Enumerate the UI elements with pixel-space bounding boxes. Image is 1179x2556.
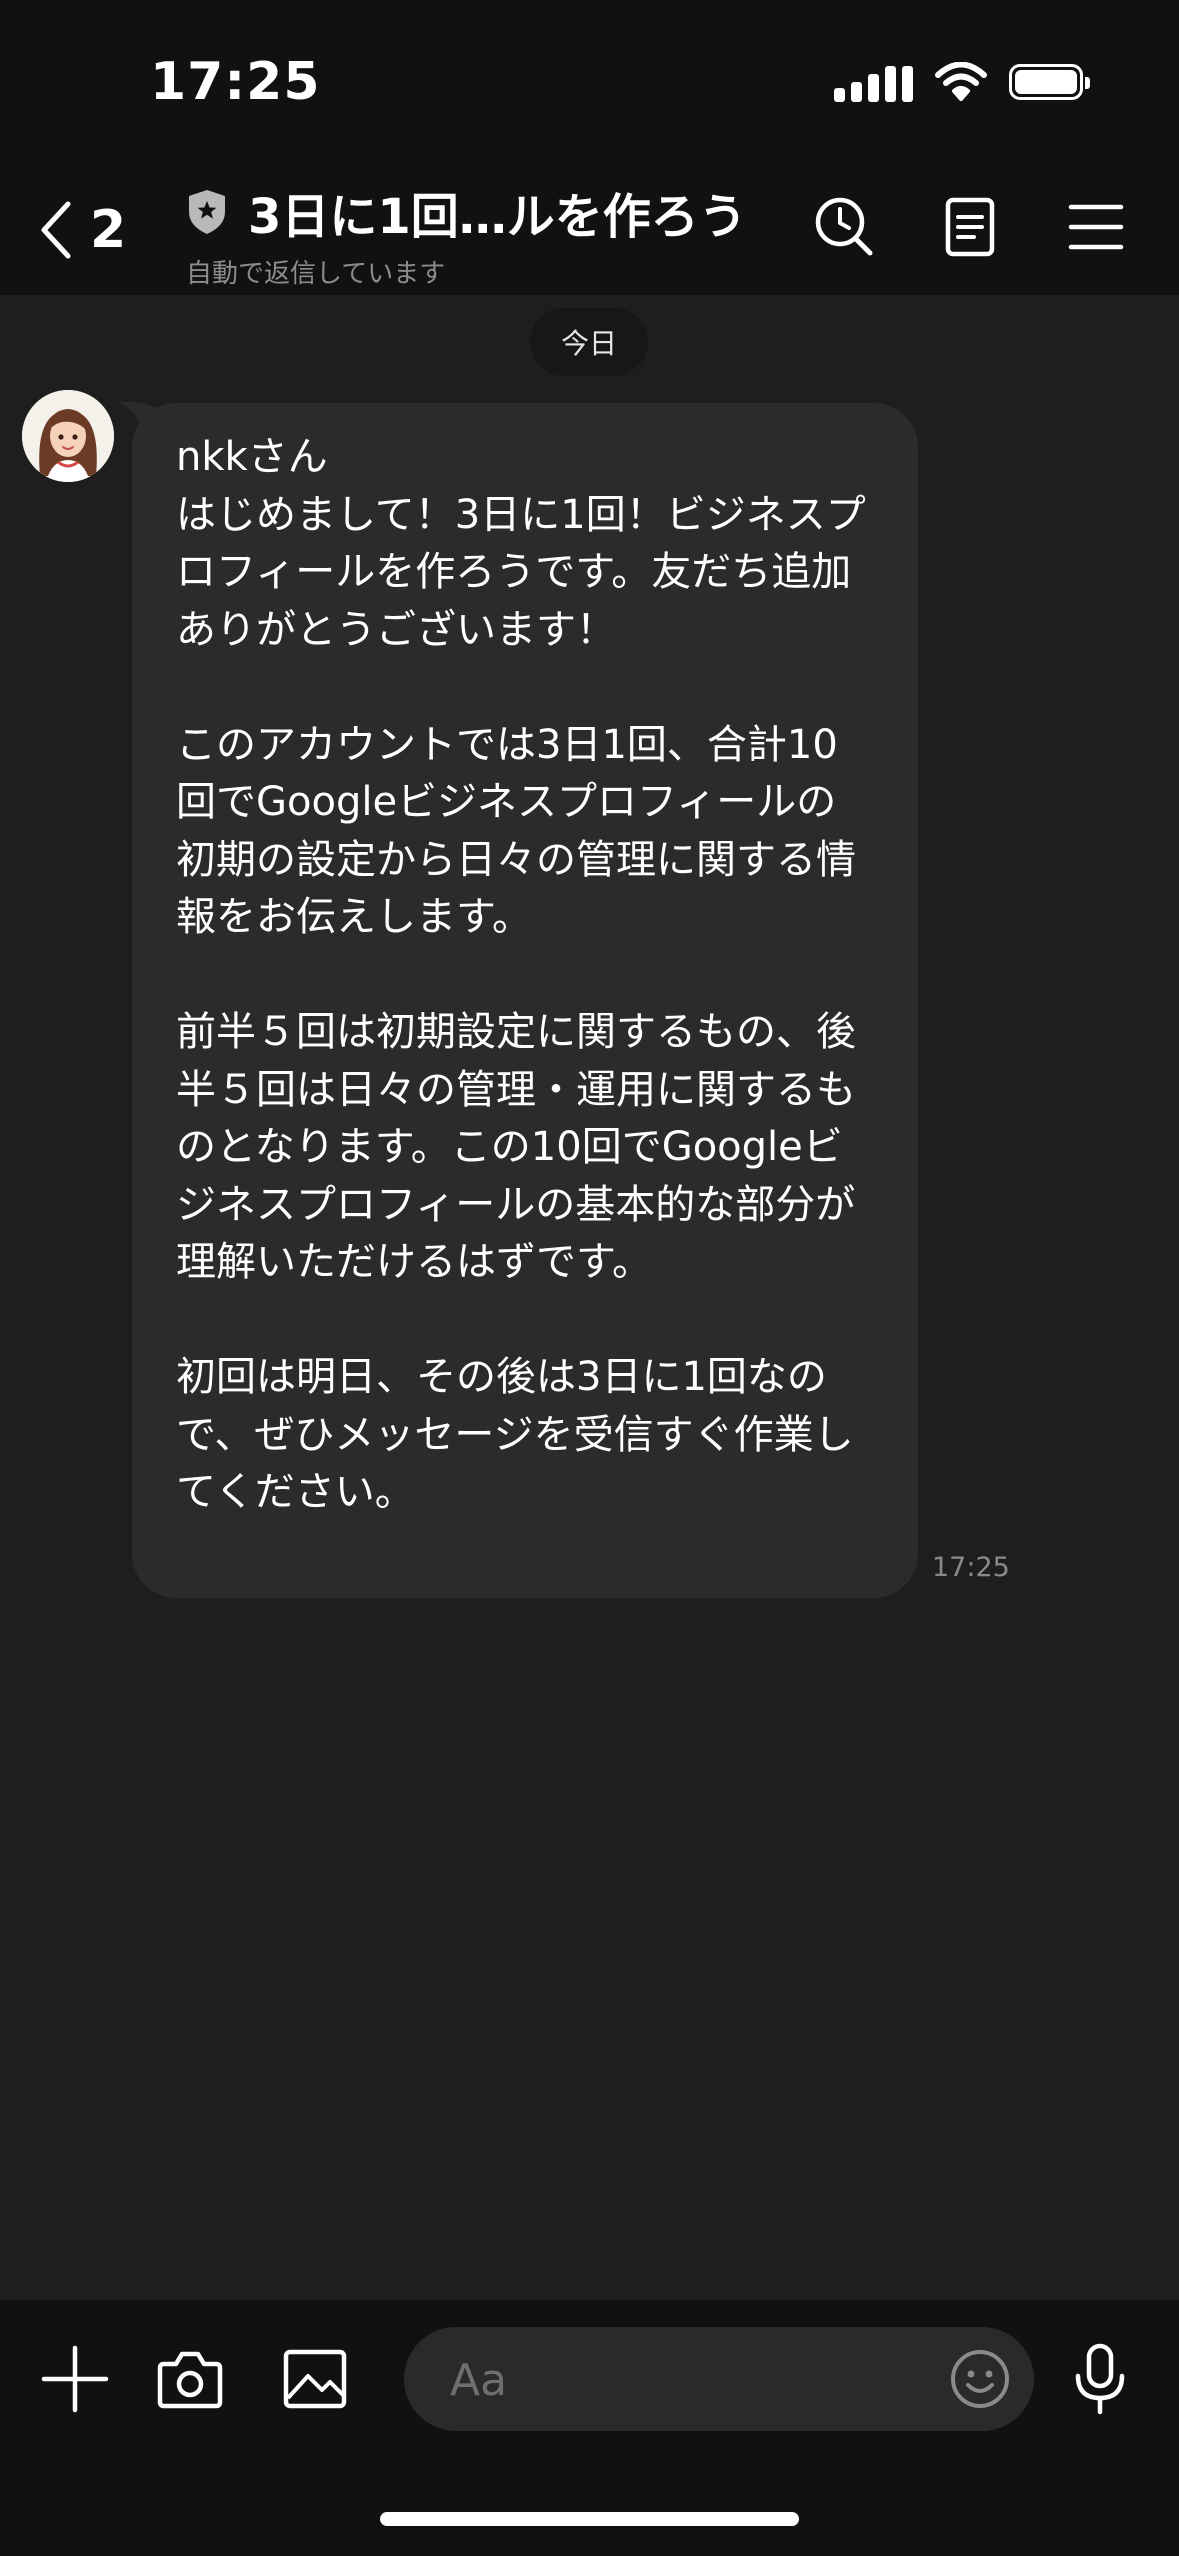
- notes-icon[interactable]: [940, 195, 1000, 259]
- camera-icon[interactable]: [156, 2346, 224, 2412]
- battery-icon: [1009, 64, 1090, 100]
- status-time: 17:25: [150, 52, 321, 112]
- status-icons: [834, 62, 1090, 102]
- unread-count: 2: [90, 200, 127, 260]
- image-icon[interactable]: [282, 2346, 348, 2412]
- message-text: nkkさん はじめまして！3日に1回！ビジネスプロフィールを作ろうです。友だち追…: [176, 434, 866, 1515]
- message-time: 17:25: [932, 1552, 1010, 1583]
- shield-icon: [189, 190, 225, 234]
- microphone-icon[interactable]: [1070, 2342, 1130, 2416]
- chat-header: 2 3日に1回…ルを作ろう 自動で返信しています: [0, 165, 1179, 295]
- search-icon[interactable]: [813, 195, 875, 259]
- message-bubble[interactable]: nkkさん はじめまして！3日に1回！ビジネスプロフィールを作ろうです。友だち追…: [132, 403, 918, 1598]
- back-button[interactable]: 2: [36, 195, 126, 265]
- emoji-icon[interactable]: [948, 2347, 1012, 2411]
- message-input[interactable]: Aa: [404, 2327, 1034, 2431]
- chat-title: 3日に1回…ルを作ろう: [248, 189, 747, 245]
- signal-icon: [834, 62, 913, 102]
- avatar[interactable]: [22, 390, 114, 482]
- plus-icon[interactable]: [40, 2344, 110, 2414]
- avatar-illustration: [22, 390, 114, 482]
- chat-title-area[interactable]: 3日に1回…ルを作ろう 自動で返信しています: [186, 177, 747, 290]
- menu-icon[interactable]: [1068, 195, 1124, 259]
- home-indicator[interactable]: [380, 2512, 799, 2526]
- chat-subtitle: 自動で返信しています: [186, 259, 446, 289]
- back-chevron-icon: [41, 201, 71, 259]
- status-bar: 17:25: [0, 0, 1179, 165]
- input-placeholder: Aa: [450, 2355, 508, 2406]
- date-separator: 今日: [530, 308, 648, 376]
- wifi-icon: [935, 62, 987, 101]
